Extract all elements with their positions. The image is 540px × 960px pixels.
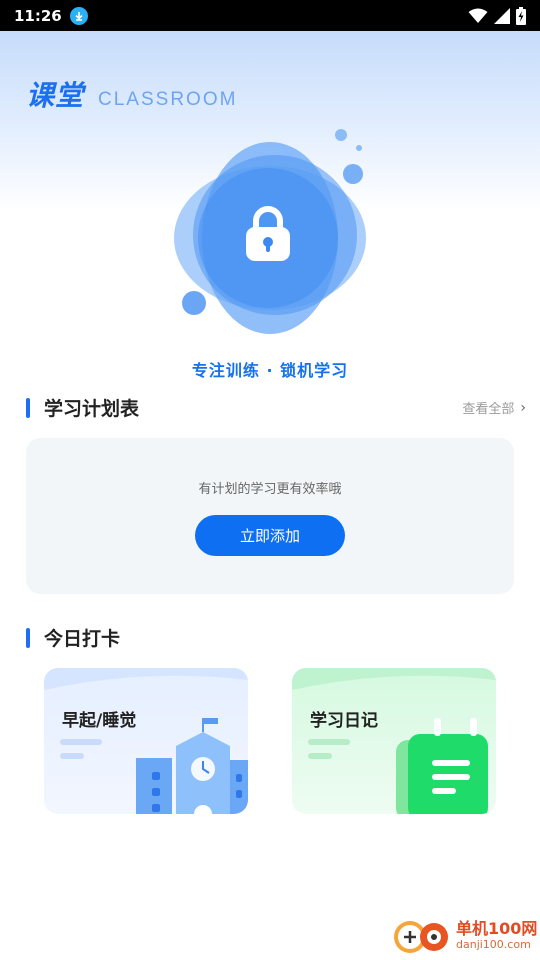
- placeholder-line: [60, 739, 102, 745]
- view-all-link[interactable]: 查看全部 ›: [462, 398, 526, 418]
- wake-sleep-card[interactable]: 早起/睡觉: [44, 668, 248, 814]
- add-plan-button[interactable]: 立即添加: [195, 515, 345, 556]
- study-diary-label: 学习日记: [310, 711, 378, 731]
- section-accent-bar: [26, 397, 30, 418]
- page-title: 课堂 CLASSROOM: [26, 74, 237, 114]
- watermark-text-cn: 单机100网: [456, 918, 538, 938]
- plan-empty-card: 有计划的学习更有效率哦 立即添加: [26, 438, 514, 594]
- card-wave-decoration: [44, 668, 248, 690]
- notepad-icon: [396, 718, 488, 814]
- checkin-section-header: 今日打卡: [26, 624, 526, 651]
- lock-icon: [246, 206, 290, 261]
- view-all-label: 查看全部: [462, 402, 515, 417]
- hero-illustration: [160, 125, 390, 345]
- section-accent-bar: [26, 627, 30, 648]
- school-clock-icon: [136, 718, 248, 814]
- page-title-en: CLASSROOM: [98, 89, 238, 110]
- chevron-right-icon: ›: [520, 399, 526, 416]
- status-time: 11:26: [14, 6, 62, 25]
- watermark-logo-icon: [394, 921, 448, 953]
- page-title-cn: 课堂: [26, 79, 85, 112]
- download-icon: [69, 6, 88, 25]
- wake-sleep-label: 早起/睡觉: [62, 711, 137, 731]
- placeholder-line: [60, 753, 84, 759]
- watermark-text-en: danji100.com: [456, 937, 531, 951]
- study-diary-card[interactable]: 学习日记: [292, 668, 496, 814]
- battery-charging-icon: [516, 6, 526, 25]
- plan-empty-hint: 有计划的学习更有效率哦: [198, 482, 342, 497]
- plan-section-header: 学习计划表 查看全部 ›: [26, 394, 526, 421]
- status-bar: 11:26: [0, 0, 540, 31]
- site-watermark: 单机100网 danji100.com: [390, 915, 537, 955]
- status-icons: [468, 6, 526, 25]
- card-wave-decoration: [292, 668, 496, 690]
- signal-icon: [494, 7, 510, 24]
- plan-section-title: 学习计划表: [44, 398, 140, 420]
- placeholder-line: [308, 753, 332, 759]
- wifi-icon: [468, 8, 488, 23]
- checkin-section-title: 今日打卡: [44, 628, 121, 650]
- placeholder-line: [308, 739, 350, 745]
- hero-tagline: 专注训练 · 锁机学习: [191, 361, 349, 380]
